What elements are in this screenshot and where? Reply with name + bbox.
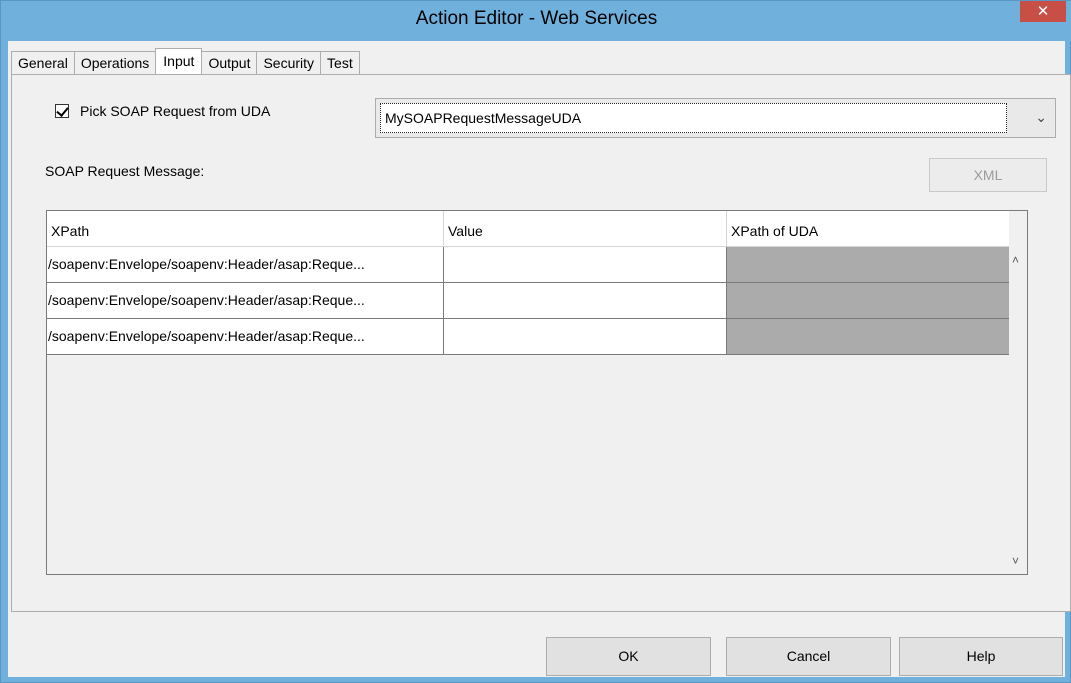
xpath-of-uda-cell [727,319,1010,355]
xpath-cell[interactable]: /soapenv:Envelope/soapenv:Header/asap:Re… [47,319,444,355]
pick-soap-checkbox[interactable] [55,104,69,118]
column-header-xpath[interactable]: XPath [47,211,444,247]
scroll-up-icon[interactable]: ˄ [1012,253,1019,267]
dialog-client-area: General Operations Input Output Security… [8,41,1071,677]
grid-header: XPath Value XPath of UDA [47,211,1010,247]
tab-output[interactable]: Output [201,51,258,74]
tab-operations[interactable]: Operations [73,51,157,74]
grid-body: /soapenv:Envelope/soapenv:Header/asap:Re… [47,247,1010,355]
xpath-cell[interactable]: /soapenv:Envelope/soapenv:Header/asap:Re… [47,283,444,319]
value-cell[interactable] [444,283,727,319]
pick-soap-checkbox-row[interactable]: Pick SOAP Request from UDA [55,103,270,119]
ok-button[interactable]: OK [546,637,711,676]
uda-select[interactable]: MySOAPRequestMessageUDA ⌄ [375,98,1056,138]
table-row[interactable]: /soapenv:Envelope/soapenv:Header/asap:Re… [47,319,1010,355]
scroll-down-icon[interactable]: ˅ [1012,554,1019,568]
pick-soap-label: Pick SOAP Request from UDA [80,103,271,119]
value-cell[interactable] [444,247,727,283]
tab-general[interactable]: General [11,51,75,74]
xml-button[interactable]: XML [929,158,1047,192]
tab-security[interactable]: Security [256,51,322,74]
vertical-scrollbar[interactable]: ˄ ˅ [1009,211,1027,574]
close-button[interactable]: ✕ [1020,1,1066,22]
action-editor-window: Action Editor - Web Services ✕ General O… [0,0,1071,683]
column-header-xpath-of-uda[interactable]: XPath of UDA [727,211,1010,247]
cancel-button[interactable]: Cancel [726,637,891,676]
tab-strip: General Operations Input Output Security… [11,48,360,74]
chevron-down-icon[interactable]: ⌄ [1035,109,1047,126]
table-row[interactable]: /soapenv:Envelope/soapenv:Header/asap:Re… [47,247,1010,283]
value-cell[interactable] [444,319,727,355]
table-row[interactable]: /soapenv:Envelope/soapenv:Header/asap:Re… [47,283,1010,319]
soap-request-message-label: SOAP Request Message: [45,163,205,179]
close-icon: ✕ [1036,3,1050,20]
xpath-of-uda-cell [727,283,1010,319]
title-bar[interactable]: Action Editor - Web Services ✕ [1,1,1071,41]
xpath-grid: XPath Value XPath of UDA /soapenv:Envelo… [46,210,1028,575]
column-header-value[interactable]: Value [444,211,727,247]
xpath-cell[interactable]: /soapenv:Envelope/soapenv:Header/asap:Re… [47,247,444,283]
tab-test[interactable]: Test [320,51,360,74]
uda-select-value: MySOAPRequestMessageUDA [380,103,1007,133]
window-title: Action Editor - Web Services [415,8,658,29]
tab-input[interactable]: Input [155,48,203,74]
help-button[interactable]: Help [899,637,1063,676]
xpath-of-uda-cell [727,247,1010,283]
